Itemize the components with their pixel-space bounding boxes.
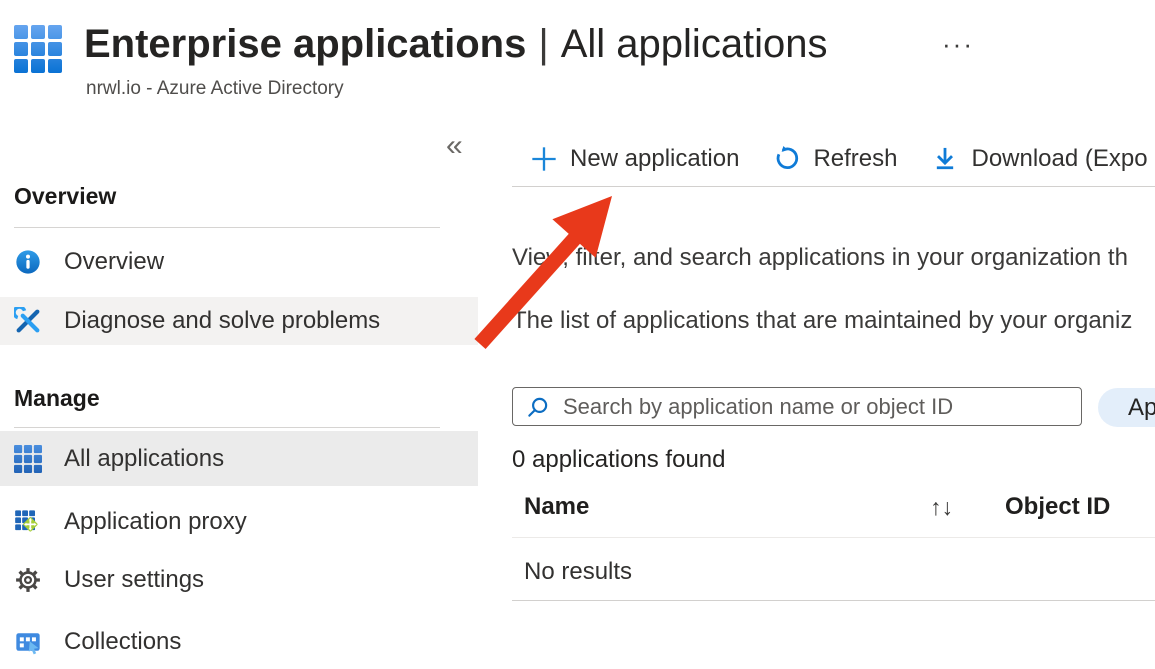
column-header-name[interactable]: Name <box>524 493 589 521</box>
refresh-button[interactable]: Refresh <box>773 145 897 173</box>
search-input[interactable] <box>561 393 1071 421</box>
refresh-icon <box>773 145 801 173</box>
more-options-icon[interactable]: ··· <box>936 28 980 61</box>
new-application-button[interactable]: New application <box>530 145 739 173</box>
sidebar-item-all-applications[interactable]: All applications <box>0 431 478 486</box>
title-separator: | <box>538 22 548 66</box>
sidebar-item-overview[interactable]: Overview <box>0 237 478 287</box>
directory-breadcrumb: nrwl.io - Azure Active Directory <box>86 78 344 100</box>
sidebar-divider <box>14 427 440 428</box>
intro-text-line-2: The list of applications that are mainta… <box>512 307 1132 335</box>
sidebar-item-diagnose-and-solve-problems[interactable]: Diagnose and solve problems <box>0 297 478 345</box>
download-icon <box>931 145 959 173</box>
sidebar-divider <box>14 227 440 228</box>
refresh-label: Refresh <box>813 145 897 173</box>
sidebar-item-label: All applications <box>64 445 224 473</box>
sidebar-item-application-proxy[interactable]: Application proxy <box>0 497 478 547</box>
results-count: 0 applications found <box>512 446 726 474</box>
sidebar-item-label: Overview <box>64 248 164 276</box>
enterprise-applications-icon <box>14 25 62 73</box>
sidebar-collapse-icon[interactable]: « <box>440 128 469 164</box>
new-application-label: New application <box>570 145 739 173</box>
page-title-primary: Enterprise applications <box>84 22 526 66</box>
sidebar-item-label: Application proxy <box>64 508 247 536</box>
sidebar-item-label: Diagnose and solve problems <box>64 307 380 335</box>
enterprise-applications-page: Enterprise applications | All applications… <box>0 0 1155 669</box>
gear-icon <box>14 566 42 594</box>
table-header-divider <box>512 537 1155 538</box>
collections-icon <box>14 628 42 656</box>
command-bar: New application Refresh Download (Expo <box>530 138 1148 180</box>
apps-grid-icon <box>14 445 42 473</box>
download-export-button[interactable]: Download (Expo <box>931 145 1147 173</box>
download-export-label: Download (Expo <box>971 145 1147 173</box>
troubleshoot-tools-icon <box>14 307 42 335</box>
page-title: Enterprise applications | All applications <box>84 22 828 67</box>
sidebar-item-collections[interactable]: Collections <box>0 617 478 667</box>
info-icon <box>14 248 42 276</box>
column-header-object-id[interactable]: Object ID <box>1005 493 1110 521</box>
sidebar-section-overview: Overview <box>14 183 116 210</box>
app-proxy-icon <box>14 508 42 536</box>
empty-results-message: No results <box>524 558 632 586</box>
application-search-box[interactable] <box>512 387 1082 426</box>
toolbar-divider <box>512 186 1155 187</box>
table-bottom-divider <box>512 600 1155 601</box>
application-type-filter-pill[interactable]: Ap <box>1098 388 1155 427</box>
sidebar-section-manage: Manage <box>14 385 100 412</box>
filter-pill-label: Ap <box>1128 394 1155 422</box>
plus-icon <box>530 145 558 173</box>
intro-text-line-1: View, filter, and search applications in… <box>512 244 1128 272</box>
search-icon <box>525 394 551 420</box>
sort-arrows-icon[interactable]: ↑↓ <box>930 494 953 521</box>
sidebar-item-label: User settings <box>64 566 204 594</box>
sidebar-item-label: Collections <box>64 628 181 656</box>
page-title-view: All applications <box>561 22 828 66</box>
sidebar-item-user-settings[interactable]: User settings <box>0 555 478 605</box>
